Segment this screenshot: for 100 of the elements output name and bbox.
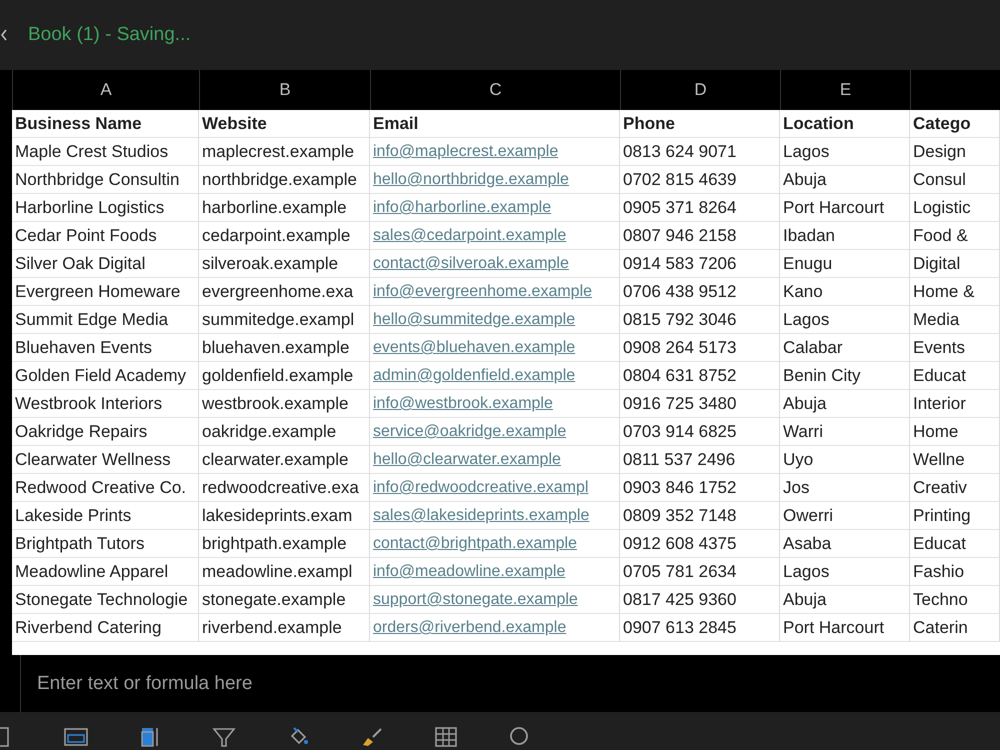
table-cell: Kano — [780, 278, 910, 306]
table-cell: bluehaven.example — [199, 334, 370, 362]
table-cell: 0916 725 3480 — [620, 390, 780, 418]
table-cell: northbridge.example — [199, 166, 370, 194]
table-icon[interactable] — [434, 726, 458, 748]
card-icon[interactable] — [64, 726, 88, 748]
header-cell: Catego — [910, 110, 1000, 138]
email-link[interactable]: support@stonegate.example — [370, 586, 620, 614]
back-icon[interactable] — [0, 28, 8, 42]
table-cell: Home — [910, 418, 1000, 446]
document-title: Book (1) - Saving... — [28, 24, 191, 46]
table-cell: 0705 781 2634 — [620, 558, 780, 586]
table-cell: Calabar — [780, 334, 910, 362]
table-cell: Stonegate Technologie — [12, 586, 199, 614]
table-cell: Educat — [910, 530, 1000, 558]
header-cell: Website — [199, 110, 370, 138]
table-cell: redwoodcreative.exa — [199, 474, 370, 502]
email-link[interactable]: info@redwoodcreative.exampl — [370, 474, 620, 502]
email-link[interactable]: info@westbrook.example — [370, 390, 620, 418]
table-cell: Events — [910, 334, 1000, 362]
table-cell: riverbend.example — [199, 614, 370, 642]
table-cell: Jos — [780, 474, 910, 502]
table-cell: 0914 583 7206 — [620, 250, 780, 278]
email-link[interactable]: contact@brightpath.example — [370, 530, 620, 558]
table-cell: Abuja — [780, 166, 910, 194]
table-cell: Benin City — [780, 362, 910, 390]
table-cell: summitedge.exampl — [199, 306, 370, 334]
table-cell: Logistic — [910, 194, 1000, 222]
table-cell: 0702 815 4639 — [620, 166, 780, 194]
table-cell: 0815 792 3046 — [620, 306, 780, 334]
email-link[interactable]: orders@riverbend.example — [370, 614, 620, 642]
table-cell: goldenfield.example — [199, 362, 370, 390]
table-cell: lakesideprints.exam — [199, 502, 370, 530]
table-cell: Clearwater Wellness — [12, 446, 199, 474]
table-cell: Printing — [910, 502, 1000, 530]
email-link[interactable]: info@maplecrest.example — [370, 138, 620, 166]
formula-input[interactable]: Enter text or formula here — [35, 662, 539, 704]
brush-icon[interactable] — [360, 726, 384, 748]
table-cell: Lakeside Prints — [12, 502, 199, 530]
email-link[interactable]: events@bluehaven.example — [370, 334, 620, 362]
table-cell: Uyo — [780, 446, 910, 474]
header-cell: Email — [370, 110, 620, 138]
table-cell: stonegate.example — [199, 586, 370, 614]
table-cell: 0811 537 2496 — [620, 446, 780, 474]
header-cell: Phone — [620, 110, 780, 138]
table-cell: westbrook.example — [199, 390, 370, 418]
table-cell: evergreenhome.exa — [199, 278, 370, 306]
email-link[interactable]: sales@cedarpoint.example — [370, 222, 620, 250]
table-cell: Evergreen Homeware — [12, 278, 199, 306]
table-cell: Creativ — [910, 474, 1000, 502]
email-link[interactable]: hello@northbridge.example — [370, 166, 620, 194]
email-link[interactable]: hello@clearwater.example — [370, 446, 620, 474]
table-cell: Abuja — [780, 586, 910, 614]
email-link[interactable]: info@harborline.example — [370, 194, 620, 222]
table-cell: 0813 624 9071 — [620, 138, 780, 166]
table-cell: clearwater.example — [199, 446, 370, 474]
email-link[interactable]: admin@goldenfield.example — [370, 362, 620, 390]
table-cell: Northbridge Consultin — [12, 166, 199, 194]
table-cell: Golden Field Academy — [12, 362, 199, 390]
table-cell: 0903 846 1752 — [620, 474, 780, 502]
table-cell: Riverbend Catering — [12, 614, 199, 642]
email-link[interactable]: info@meadowline.example — [370, 558, 620, 586]
table-cell: Techno — [910, 586, 1000, 614]
table-cell: 0809 352 7148 — [620, 502, 780, 530]
table-cell: 0703 914 6825 — [620, 418, 780, 446]
table-cell: Consul — [910, 166, 1000, 194]
table-cell: 0905 371 8264 — [620, 194, 780, 222]
table-cell: 0804 631 8752 — [620, 362, 780, 390]
table-cell: brightpath.example — [199, 530, 370, 558]
table-cell: meadowline.exampl — [199, 558, 370, 586]
table-cell: Bluehaven Events — [12, 334, 199, 362]
table-cell: 0908 264 5173 — [620, 334, 780, 362]
table-cell: Fashio — [910, 558, 1000, 586]
table-cell: maplecrest.example — [199, 138, 370, 166]
table-cell: 0706 438 9512 — [620, 278, 780, 306]
table-cell: Abuja — [780, 390, 910, 418]
filter-icon[interactable] — [212, 726, 236, 748]
email-link[interactable]: hello@summitedge.example — [370, 306, 620, 334]
table-cell: Caterin — [910, 614, 1000, 642]
table-cell: Maple Crest Studios — [12, 138, 199, 166]
email-link[interactable]: sales@lakesideprints.example — [370, 502, 620, 530]
email-link[interactable]: contact@silveroak.example — [370, 250, 620, 278]
email-link[interactable]: service@oakridge.example — [370, 418, 620, 446]
table-cell: Food & — [910, 222, 1000, 250]
header-cell: Business Name — [12, 110, 199, 138]
table-cell: Lagos — [780, 558, 910, 586]
table-cell: Ibadan — [780, 222, 910, 250]
table-cell: Design — [910, 138, 1000, 166]
table-cell: Brightpath Tutors — [12, 530, 199, 558]
table-cell: Interior — [910, 390, 1000, 418]
email-link[interactable]: info@evergreenhome.example — [370, 278, 620, 306]
table-cell: Warri — [780, 418, 910, 446]
table-cell: oakridge.example — [199, 418, 370, 446]
table-cell: Silver Oak Digital — [12, 250, 199, 278]
table-cell: Harborline Logistics — [12, 194, 199, 222]
table-cell: Enugu — [780, 250, 910, 278]
header-cell: Location — [780, 110, 910, 138]
table-cell: Cedar Point Foods — [12, 222, 199, 250]
table-cell: Meadowline Apparel — [12, 558, 199, 586]
table-cell: silveroak.example — [199, 250, 370, 278]
